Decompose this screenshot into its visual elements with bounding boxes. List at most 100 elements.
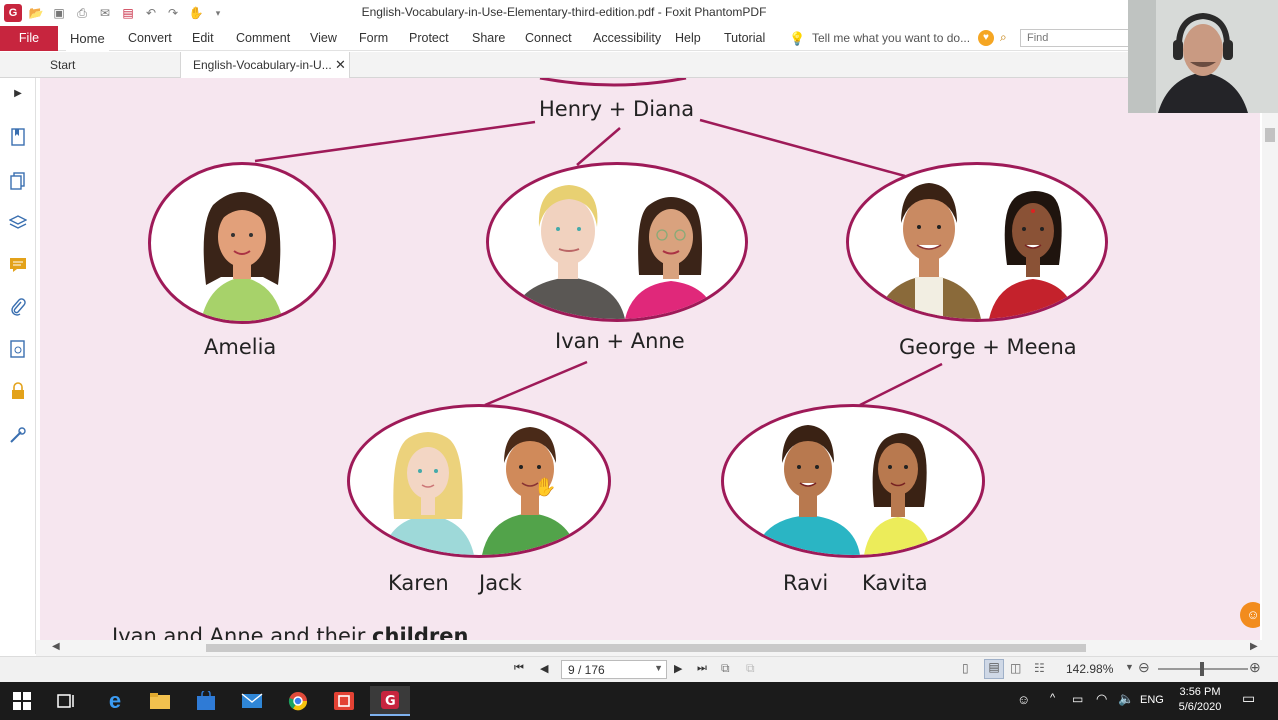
title-bar: G 📂 ▣ ⎙ ✉ ▤ ↶ ↷ ✋ ▾ English-Vocabulary-i… — [0, 0, 1278, 26]
family-tree-lines — [254, 78, 943, 407]
horizontal-scroll-thumb[interactable] — [206, 644, 1086, 652]
continuous-facing-icon[interactable]: ☷ — [1034, 661, 1045, 675]
tab-share[interactable]: Share — [468, 26, 509, 51]
page-dropdown-icon[interactable]: ▼ — [654, 663, 663, 673]
next-view-icon[interactable]: ⧉ — [746, 661, 755, 676]
zoom-level[interactable]: 142.98% — [1066, 662, 1113, 676]
name-jack: Jack — [479, 571, 522, 595]
store-icon[interactable] — [186, 686, 226, 716]
last-page-icon[interactable]: ⏭ — [697, 662, 707, 675]
find-input[interactable]: Find — [1020, 29, 1130, 47]
clock-time: 3:56 PM — [1179, 686, 1221, 698]
edit-tools-icon[interactable] — [7, 424, 29, 446]
mail-icon[interactable] — [232, 686, 272, 716]
foxit-taskbar-icon[interactable]: G — [370, 686, 410, 716]
portrait-ravi-kavita — [721, 404, 985, 558]
name-ravi: Ravi — [783, 571, 829, 595]
battery-icon: ▭ — [1072, 692, 1084, 706]
caption-bold-word: children — [372, 624, 469, 640]
webcam-overlay — [1128, 0, 1278, 113]
first-page-icon[interactable]: ⏮ — [514, 662, 524, 675]
close-tab-icon[interactable]: ✕ — [335, 52, 346, 78]
hand-cursor-icon: ✋ — [534, 477, 557, 497]
name-amelia: Amelia — [204, 335, 277, 359]
zoom-in-icon[interactable]: ⊕ — [1249, 659, 1261, 676]
previous-page-icon[interactable]: ◀ — [540, 662, 548, 675]
page-indicator: 9 / 176 — [568, 663, 605, 677]
next-page-icon[interactable]: ▶ — [674, 662, 682, 675]
task-view-icon[interactable] — [47, 686, 87, 716]
people-icon[interactable]: ☺ — [1017, 692, 1030, 707]
tell-me-search[interactable]: Tell me what you want to do... — [812, 31, 970, 45]
tab-convert[interactable]: Convert — [124, 26, 176, 51]
expand-panel-icon[interactable]: ▶ — [7, 82, 29, 104]
name-karen: Karen — [388, 571, 449, 595]
tab-help[interactable]: Help — [671, 26, 705, 51]
portrait-george-meena — [846, 162, 1108, 322]
favorite-icon[interactable]: ♥ — [978, 30, 994, 46]
file-explorer-icon[interactable] — [140, 686, 180, 716]
tab-accessibility[interactable]: Accessibility — [589, 26, 665, 51]
assistant-float-icon[interactable]: ☺ — [1240, 602, 1260, 628]
left-sidebar: ▶ — [0, 78, 36, 654]
tab-home[interactable]: Home — [66, 26, 109, 51]
zoom-dropdown-icon[interactable]: ▼ — [1125, 662, 1134, 672]
tab-comment[interactable]: Comment — [232, 26, 294, 51]
tab-connect[interactable]: Connect — [521, 26, 576, 51]
layers-icon[interactable] — [7, 212, 29, 234]
svg-text:G: G — [385, 694, 396, 709]
caption-text: Ivan and Anne and their children — [112, 624, 468, 640]
facing-page-icon[interactable]: ◫ — [1010, 661, 1021, 675]
zoom-out-icon[interactable]: ⊖ — [1138, 659, 1150, 676]
chrome-icon[interactable] — [278, 686, 318, 716]
pages-thumbnail-icon[interactable] — [7, 170, 29, 192]
tab-protect[interactable]: Protect — [405, 26, 453, 51]
tab-start[interactable]: Start — [38, 52, 178, 78]
zoom-slider[interactable] — [1158, 662, 1248, 676]
previous-view-icon[interactable]: ⧉ — [721, 661, 730, 676]
name-henry-diana: Henry + Diana — [539, 97, 695, 121]
edge-browser-icon[interactable]: e — [95, 686, 135, 716]
find-tool-icon[interactable]: ⌕ — [1000, 30, 1007, 45]
continuous-page-icon[interactable]: ▤ — [984, 659, 1004, 679]
language-indicator[interactable]: ENG — [1140, 694, 1164, 706]
single-page-icon[interactable]: ▯ — [962, 661, 969, 675]
tab-view[interactable]: View — [306, 26, 341, 51]
tab-form[interactable]: Form — [355, 26, 392, 51]
signature-icon[interactable] — [7, 338, 29, 360]
security-lock-icon[interactable] — [7, 380, 29, 402]
tab-file[interactable]: File — [0, 26, 58, 51]
show-hidden-icons[interactable]: ^ — [1050, 692, 1055, 704]
attachment-icon[interactable] — [7, 296, 29, 318]
volume-icon[interactable]: 🔈 — [1118, 691, 1134, 707]
tab-edit[interactable]: Edit — [188, 26, 218, 51]
page-number-field[interactable]: 9 / 176 ▼ — [561, 660, 667, 679]
scroll-left-icon[interactable]: ◀ — [52, 641, 60, 652]
portrait-ivan-anne — [486, 162, 748, 322]
tab-tutorial[interactable]: Tutorial — [720, 26, 769, 51]
lightbulb-icon: 💡 — [789, 31, 806, 46]
name-george-meena: George + Meena — [899, 335, 1077, 359]
status-bar: ⏮ ◀ 9 / 176 ▼ ▶ ⏭ ⧉ ⧉ ▯ ▤ ◫ ☷ 142.98% ▼ … — [0, 656, 1278, 682]
recording-app-icon[interactable] — [324, 686, 364, 716]
wifi-icon[interactable]: ◠ — [1096, 691, 1107, 707]
notifications-icon[interactable]: ▭ — [1242, 690, 1255, 707]
name-kavita: Kavita — [862, 571, 928, 595]
zoom-slider-thumb[interactable] — [1200, 662, 1204, 676]
clock[interactable]: 3:56 PM 5/6/2020 — [1176, 686, 1224, 713]
caption-prefix: Ivan and Anne and their — [112, 624, 366, 640]
portrait-amelia — [148, 162, 336, 324]
windows-taskbar: e G ☺ ^ ▭ ◠ 🔈 ENG 3:56 PM 5/6/2020 ▭ — [0, 682, 1278, 720]
windows-start-icon[interactable] — [2, 686, 42, 716]
horizontal-scrollbar[interactable]: ◀ ▶ — [36, 640, 1278, 656]
bookmark-icon[interactable] — [7, 126, 29, 148]
comments-icon[interactable] — [7, 254, 29, 276]
clock-date: 5/6/2020 — [1178, 701, 1222, 713]
tab-current-document[interactable]: English-Vocabulary-in-U... ✕ — [180, 52, 350, 78]
document-tabs: Start English-Vocabulary-in-U... ✕ — [0, 52, 1278, 78]
portrait-karen-jack — [347, 404, 611, 558]
vertical-scrollbar[interactable] — [1262, 78, 1278, 640]
tab-current-document-label: English-Vocabulary-in-U... — [193, 58, 332, 72]
vertical-scroll-thumb[interactable] — [1265, 128, 1275, 142]
scroll-right-icon[interactable]: ▶ — [1250, 641, 1258, 652]
